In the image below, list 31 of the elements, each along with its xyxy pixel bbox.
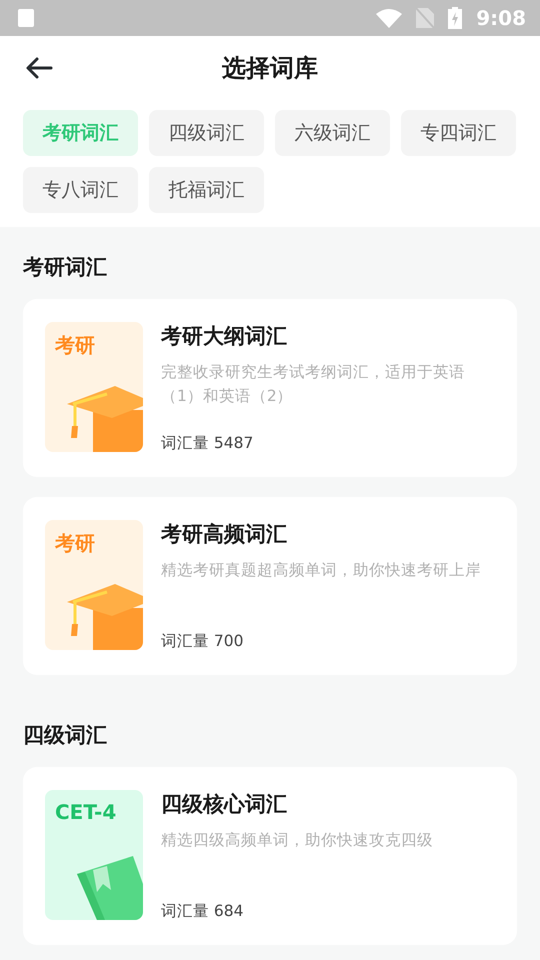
no-sim-icon [416, 8, 434, 28]
cover-label: CET-4 [55, 800, 116, 824]
category-tab[interactable]: 专四词汇 [401, 110, 516, 156]
word-count: 词汇量 5487 [161, 433, 254, 454]
category-tab[interactable]: 托福词汇 [149, 167, 264, 213]
page-title: 选择词库 [222, 53, 318, 84]
category-tab[interactable]: 六级词汇 [275, 110, 390, 156]
graduation-cap-icon [67, 584, 143, 650]
cover-label: 考研 [55, 530, 95, 557]
wifi-icon [376, 8, 402, 28]
notification-icon [18, 9, 34, 27]
wordbook-card[interactable]: 考研 考研高频词汇 精选考研真题超高频单词，助你快速考研上岸 词汇量 700 [23, 497, 517, 675]
wordbook-title: 四级核心词汇 [161, 791, 288, 818]
word-count: 词汇量 684 [161, 901, 245, 922]
book-icon [77, 854, 143, 920]
cover-label: 考研 [55, 332, 95, 359]
wordbook-title: 考研大纲词汇 [161, 323, 288, 350]
category-tab[interactable]: 专八词汇 [23, 167, 138, 213]
graduation-cap-icon [67, 386, 143, 452]
battery-icon [448, 7, 462, 29]
wordbook-description: 完整收录研究生考试考纲词汇，适用于英语（1）和英语（2） [161, 362, 466, 407]
status-time: 9:08 [476, 6, 526, 30]
wordbook-description: 精选考研真题超高频单词，助你快速考研上岸 [161, 560, 482, 581]
wordbook-card[interactable]: 考研 考研大纲词汇 完整收录研究生考试考纲词汇，适用于英语（1）和英语（2） 词汇量 5487 [23, 299, 517, 477]
wordbook-card[interactable]: CET-4 四级核心词汇 精选四级高频单词，助你快速攻克四级 词汇量 684 [23, 767, 517, 945]
section-title: 四级词汇 [22, 722, 108, 749]
word-count: 词汇量 700 [161, 631, 245, 652]
category-tab[interactable]: 四级词汇 [149, 110, 264, 156]
wordbook-description: 精选四级高频单词，助你快速攻克四级 [161, 830, 434, 851]
wordbook-title: 考研高频词汇 [161, 521, 288, 548]
section-title: 考研词汇 [22, 254, 108, 281]
